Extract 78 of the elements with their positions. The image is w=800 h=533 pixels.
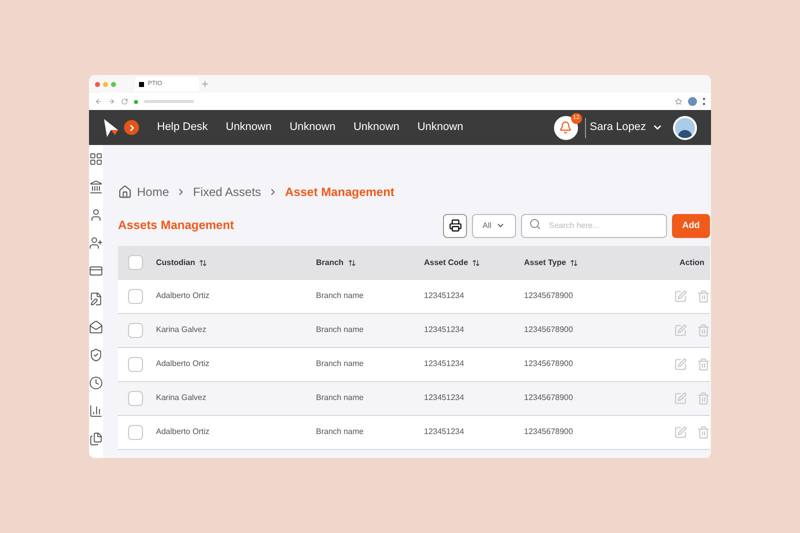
filter-dropdown[interactable]: All xyxy=(472,214,516,238)
sort-icon[interactable] xyxy=(570,258,578,266)
bank-icon[interactable] xyxy=(89,180,103,194)
column-header[interactable]: Asset Code xyxy=(424,256,480,268)
new-tab-icon[interactable] xyxy=(202,81,208,87)
table-cell: Adalberto Ortiz xyxy=(156,359,210,368)
table-cell: Branch name xyxy=(316,359,364,368)
table-cell: 12345678900 xyxy=(524,291,573,300)
shield-check-icon[interactable] xyxy=(89,348,103,362)
table-cell: Branch name xyxy=(316,325,364,334)
chart-icon[interactable] xyxy=(89,404,103,418)
breadcrumb-link[interactable]: Home xyxy=(137,183,170,201)
search-field[interactable]: Search here... xyxy=(521,214,667,238)
row-checkbox[interactable] xyxy=(128,255,143,270)
printer-icon xyxy=(448,219,462,232)
column-header[interactable]: Asset Type xyxy=(524,256,578,268)
table-cell: Branch name xyxy=(316,291,364,300)
sort-icon[interactable] xyxy=(348,258,356,266)
table-cell: 123451234 xyxy=(424,291,464,300)
row-checkbox[interactable] xyxy=(128,356,143,372)
logo-icon xyxy=(103,118,119,138)
user-icon[interactable] xyxy=(89,208,103,222)
bell-icon xyxy=(559,121,572,134)
sort-icon[interactable] xyxy=(472,258,480,266)
table-cell: 123451234 xyxy=(424,325,464,334)
table-cell: Karina Galvez xyxy=(156,325,206,334)
table-row[interactable]: Adalberto Ortiz Branch name 123451234 12345678900 xyxy=(118,416,710,450)
avatar-icon[interactable] xyxy=(673,116,697,140)
page-title: Assets Management xyxy=(118,216,234,234)
reload-icon[interactable] xyxy=(121,98,128,105)
table-cell: Branch name xyxy=(316,393,364,402)
print-button[interactable] xyxy=(443,214,467,238)
table-row[interactable]: Adalberto Ortiz Branch name 123451234 12345678900 xyxy=(118,348,710,382)
bookmark-star-icon[interactable] xyxy=(675,98,682,105)
files-icon[interactable] xyxy=(89,432,103,446)
home-icon[interactable] xyxy=(118,185,132,199)
nav-link[interactable]: Unknown xyxy=(226,119,272,136)
column-header: Action xyxy=(680,256,704,268)
search-icon xyxy=(529,218,541,230)
column-header[interactable]: Custodian xyxy=(156,256,208,268)
row-checkbox[interactable] xyxy=(128,288,143,304)
table-cell: Adalberto Ortiz xyxy=(156,427,210,436)
card-icon[interactable] xyxy=(89,264,103,278)
table-cell: 12345678900 xyxy=(524,359,573,368)
breadcrumb-link[interactable]: Fixed Assets xyxy=(193,183,262,201)
table-row[interactable]: Adalberto Ortiz Branch name 123451234 12345678900 xyxy=(118,280,710,314)
document-edit-icon[interactable] xyxy=(89,292,103,306)
table-cell: Adalberto Ortiz xyxy=(156,291,210,300)
profile-avatar-icon[interactable] xyxy=(688,97,697,106)
nav-link[interactable]: Help Desk xyxy=(157,119,208,136)
table-cell: 123451234 xyxy=(424,393,464,402)
forward-icon[interactable] xyxy=(108,98,115,105)
user-name[interactable]: Sara Lopez xyxy=(590,119,646,136)
caret-icon xyxy=(496,221,506,230)
table-cell: 123451234 xyxy=(424,427,464,436)
column-header[interactable]: Branch xyxy=(316,256,356,268)
table-cell: 12345678900 xyxy=(524,427,573,436)
table-cell: 12345678900 xyxy=(524,325,573,334)
row-checkbox[interactable] xyxy=(128,390,143,406)
table-row[interactable]: Karina Galvez Branch name 123451234 12345678900 xyxy=(118,382,710,416)
table-cell: 12345678900 xyxy=(524,393,573,402)
row-checkbox[interactable] xyxy=(128,424,143,440)
envelope-icon[interactable] xyxy=(89,320,103,334)
table-cell: Karina Galvez xyxy=(156,393,206,402)
table-cell: 123451234 xyxy=(424,359,464,368)
table-cell: Branch name xyxy=(316,427,364,436)
nav-link[interactable]: Unknown xyxy=(417,119,464,136)
nav-link[interactable]: Unknown xyxy=(290,119,336,136)
clock-icon[interactable] xyxy=(89,376,103,390)
expand-toggle-button[interactable] xyxy=(124,120,139,135)
row-checkbox[interactable] xyxy=(128,322,143,338)
nav-link[interactable]: Unknown xyxy=(353,119,400,136)
user-plus-icon[interactable] xyxy=(89,236,103,250)
sort-icon[interactable] xyxy=(199,258,208,266)
back-icon[interactable] xyxy=(95,98,102,105)
table-row[interactable]: Karina Galvez Branch name 123451234 12345678900 xyxy=(118,314,710,348)
tab-favicon-icon xyxy=(139,82,144,86)
grid-icon[interactable] xyxy=(89,152,103,166)
